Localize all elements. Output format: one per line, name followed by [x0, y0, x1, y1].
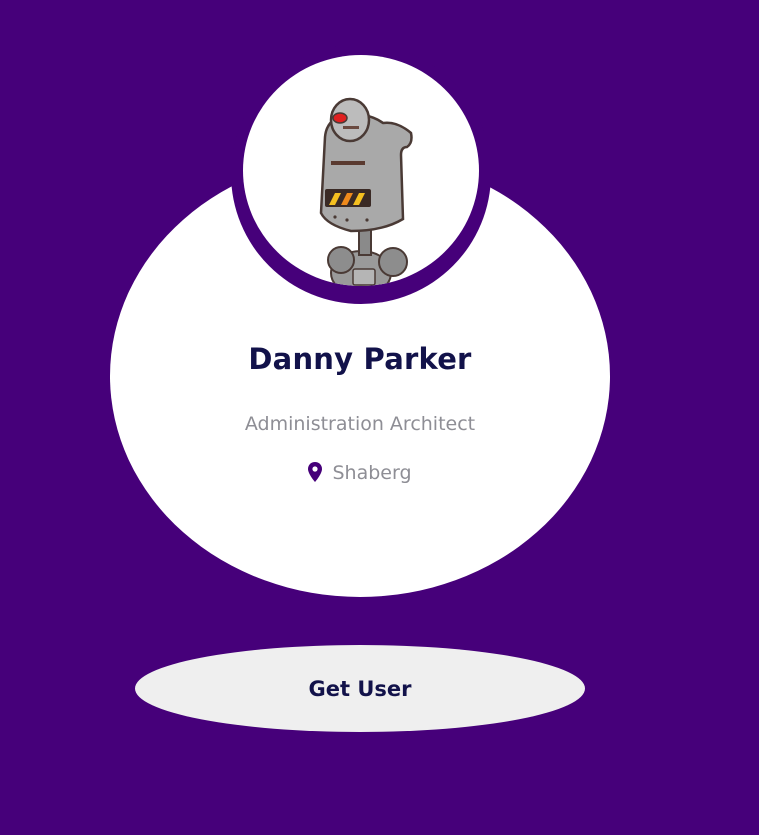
user-title: Administration Architect	[244, 413, 476, 435]
get-user-button[interactable]: Get User	[135, 645, 585, 732]
robot-avatar-icon	[319, 97, 413, 286]
map-pin-icon	[308, 462, 323, 487]
user-location: Shaberg	[110, 462, 610, 487]
user-name: Danny Parker	[248, 342, 472, 376]
location-label: Shaberg	[332, 462, 412, 484]
avatar	[243, 55, 479, 286]
